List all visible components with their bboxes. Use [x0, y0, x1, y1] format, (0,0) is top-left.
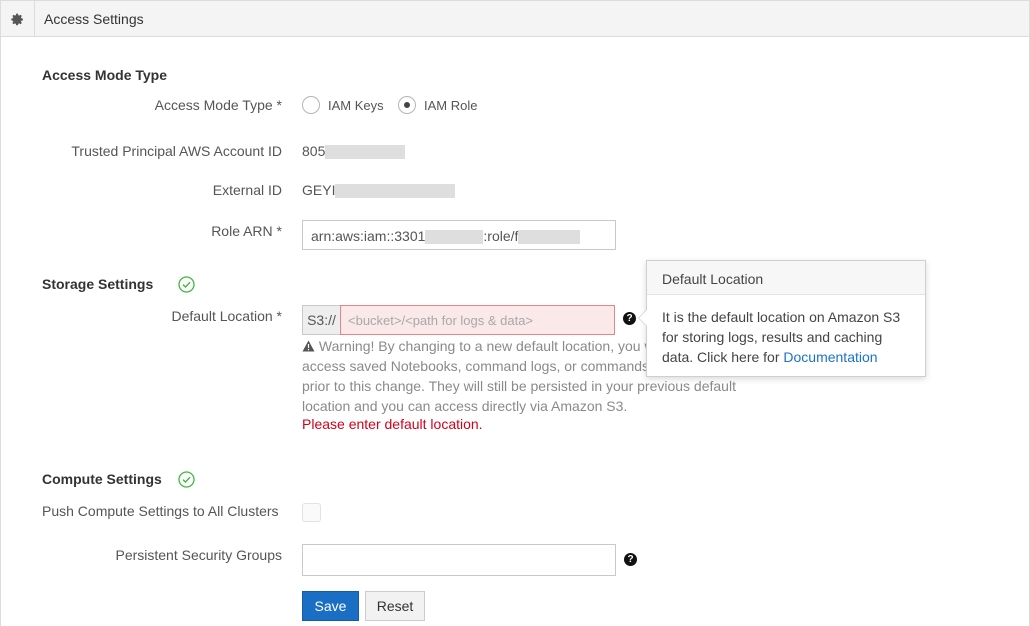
access-mode-section-title: Access Mode Type [42, 67, 168, 83]
trusted-principal-label: Trusted Principal AWS Account ID [71, 143, 282, 159]
popover-title: Default Location [647, 261, 925, 295]
external-id-label: External ID [212, 182, 282, 198]
access-mode-label: Access Mode Type * [154, 97, 282, 113]
radio-iam-role[interactable] [398, 96, 416, 114]
radio-iam-keys-label[interactable]: IAM Keys [328, 98, 384, 113]
external-id-value: GEYI [302, 182, 456, 199]
documentation-link[interactable]: Documentation [783, 349, 877, 365]
check-circle-icon [178, 276, 195, 293]
help-icon[interactable]: ? [623, 312, 636, 325]
panel-title: Access Settings [44, 11, 144, 27]
security-groups-label: Persistent Security Groups [115, 547, 282, 563]
storage-section-title: Storage Settings [42, 276, 154, 292]
panel-header: Access Settings [1, 1, 1029, 37]
push-compute-label: Push Compute Settings to All Clusters [42, 503, 279, 519]
role-arn-label: Role ARN * [211, 223, 282, 239]
default-location-popover: Default Location It is the default locat… [638, 260, 926, 377]
default-location-label: Default Location * [171, 308, 282, 324]
redacted-block [325, 145, 406, 160]
redacted-block [518, 230, 581, 245]
role-arn-input[interactable]: arn:aws:iam::3301:role/f [302, 220, 616, 250]
warning-icon [302, 340, 315, 352]
check-circle-icon [178, 471, 195, 488]
reset-button[interactable]: Reset [365, 591, 425, 621]
radio-iam-role-label[interactable]: IAM Role [424, 98, 477, 113]
compute-section-title: Compute Settings [42, 471, 162, 487]
s3-prefix: S3:// [302, 305, 340, 335]
push-compute-checkbox[interactable] [302, 503, 321, 522]
radio-selected-dot [404, 102, 410, 108]
redacted-block [335, 184, 456, 199]
default-location-error: Please enter default location. [302, 416, 483, 432]
gear-icon[interactable] [1, 1, 35, 37]
save-button[interactable]: Save [302, 591, 359, 621]
popover-arrow-inner [639, 310, 647, 326]
trusted-principal-value: 805 [302, 143, 406, 160]
help-icon[interactable]: ? [624, 553, 637, 566]
default-location-input[interactable]: <bucket>/<path for logs & data> [340, 305, 615, 335]
redacted-block [425, 230, 484, 245]
security-groups-input[interactable] [302, 544, 616, 576]
radio-iam-keys[interactable] [302, 96, 320, 114]
popover-body: It is the default location on Amazon S3 … [662, 309, 901, 365]
